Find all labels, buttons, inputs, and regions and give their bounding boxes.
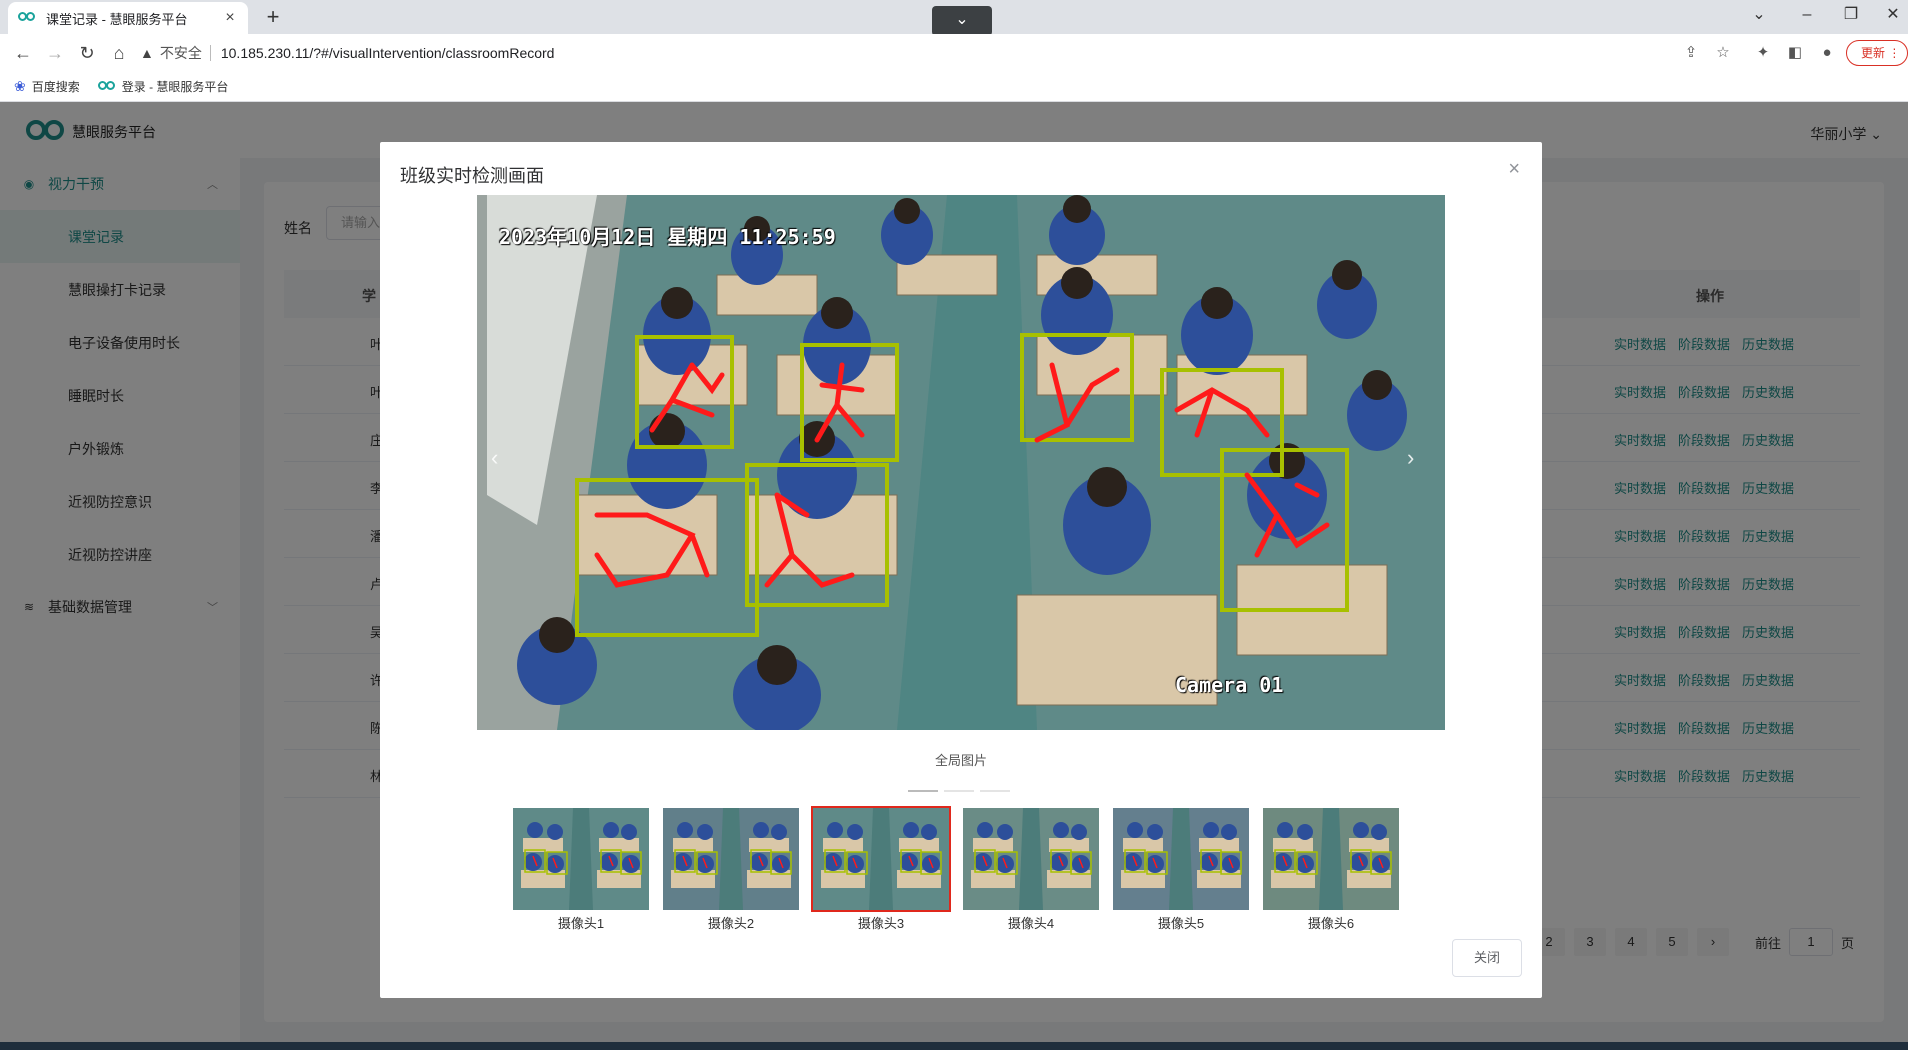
camera-image-viewer: 2023年10月12日 星期四 11:25:59 Camera 01 ‹ › bbox=[477, 195, 1445, 730]
update-label: 更新 bbox=[1861, 46, 1886, 60]
tab-title: 课堂记录 - 慧眼服务平台 bbox=[46, 11, 188, 27]
camera-thumbnail-label: 摄像头6 bbox=[1307, 916, 1355, 931]
bookmark-login[interactable]: 登录 - 慧眼服务平台 bbox=[97, 78, 229, 95]
camera-thumbnail-4[interactable]: 摄像头4 bbox=[961, 806, 1101, 932]
carousel-dot[interactable] bbox=[908, 790, 938, 792]
camera-thumbnail-image bbox=[511, 806, 651, 912]
restore-icon[interactable]: ❐ bbox=[1836, 4, 1866, 26]
image-caption: 全局图片 bbox=[934, 753, 987, 768]
tab-search-chevron-icon[interactable]: ⌄ bbox=[932, 6, 992, 36]
browser-toolbar: ← → ↻ ⌂ ▲ 不安全 10.185.230.11/?#/visualInt… bbox=[0, 34, 1908, 72]
camera-thumbnail-label: 摄像头3 bbox=[857, 916, 905, 931]
camera-thumbnail-1[interactable]: 摄像头1 bbox=[511, 806, 651, 932]
bookmarks-bar: ❀ 百度搜索 登录 - 慧眼服务平台 bbox=[0, 72, 1908, 102]
camera-timestamp: 2023年10月12日 星期四 11:25:59 bbox=[499, 225, 836, 249]
camera-thumbnail-image bbox=[811, 806, 951, 912]
side-panel-icon[interactable]: ◧ bbox=[1784, 42, 1806, 64]
warning-triangle-icon: ▲ bbox=[140, 45, 154, 61]
bookmark-label: 百度搜索 bbox=[31, 80, 80, 94]
camera-thumbnail-5[interactable]: 摄像头5 bbox=[1111, 806, 1251, 932]
classroom-detection-image bbox=[477, 195, 1445, 730]
camera-thumbnail-image bbox=[961, 806, 1101, 912]
os-taskbar bbox=[0, 1042, 1908, 1050]
camera-thumbnail-6[interactable]: 摄像头6 bbox=[1261, 806, 1401, 932]
bookmark-label: 登录 - 慧眼服务平台 bbox=[121, 80, 229, 94]
carousel-dot[interactable] bbox=[944, 790, 974, 792]
huiyan-logo-icon bbox=[18, 12, 36, 24]
reload-icon[interactable]: ↻ bbox=[74, 40, 100, 66]
window-close-icon[interactable]: ✕ bbox=[1878, 4, 1908, 26]
browser-tab-bar: 课堂记录 - 慧眼服务平台 × + ⌄ ⌄ – ❐ ✕ bbox=[0, 0, 1908, 36]
extensions-puzzle-icon[interactable]: ✦ bbox=[1752, 42, 1774, 64]
insecure-label: 不安全 bbox=[159, 45, 202, 61]
new-tab-button[interactable]: + bbox=[262, 4, 284, 30]
url-text[interactable]: 10.185.230.11/?#/visualIntervention/clas… bbox=[221, 45, 555, 61]
camera-thumbnail-label: 摄像头4 bbox=[1007, 916, 1055, 931]
dialog-close-icon[interactable]: × bbox=[1508, 158, 1520, 181]
minimize-icon[interactable]: – bbox=[1792, 4, 1822, 26]
camera-thumbnail-label: 摄像头5 bbox=[1157, 916, 1205, 931]
tab-list-chevron-icon[interactable]: ⌄ bbox=[1744, 4, 1774, 26]
camera-thumbnail-strip: 摄像头1 摄像头2 摄像头3 摄像头4 摄像头5 摄像头6 bbox=[511, 806, 1411, 932]
bookmark-star-icon[interactable]: ☆ bbox=[1712, 42, 1734, 64]
carousel-prev-icon[interactable]: ‹ bbox=[491, 445, 498, 471]
camera-thumbnail-image bbox=[1261, 806, 1401, 912]
carousel-indicators bbox=[908, 790, 1016, 792]
address-divider bbox=[209, 45, 211, 61]
live-detection-dialog: 班级实时检测画面 × 2023年10月12日 星期四 11:25:59 Came… bbox=[380, 142, 1542, 998]
tab-close-icon[interactable]: × bbox=[222, 9, 238, 27]
camera-thumbnail-image bbox=[1111, 806, 1251, 912]
update-button[interactable]: 更新 ⋮ bbox=[1846, 40, 1908, 66]
carousel-dot[interactable] bbox=[980, 790, 1010, 792]
camera-thumbnail-2[interactable]: 摄像头2 bbox=[661, 806, 801, 932]
share-icon[interactable]: ⇪ bbox=[1680, 42, 1702, 64]
forward-arrow-icon[interactable]: → bbox=[42, 40, 68, 66]
camera-thumbnail-label: 摄像头2 bbox=[707, 916, 755, 931]
close-button[interactable]: 关闭 bbox=[1452, 939, 1522, 977]
paw-icon: ❀ bbox=[14, 78, 26, 94]
camera-thumbnail-3[interactable]: 摄像头3 bbox=[811, 806, 951, 932]
huiyan-logo-icon bbox=[97, 80, 116, 93]
camera-thumbnail-label: 摄像头1 bbox=[557, 916, 605, 931]
browser-tab[interactable]: 课堂记录 - 慧眼服务平台 × bbox=[8, 2, 248, 34]
dialog-title: 班级实时检测画面 bbox=[400, 166, 544, 186]
camera-thumbnail-image bbox=[661, 806, 801, 912]
carousel-next-icon[interactable]: › bbox=[1407, 445, 1414, 471]
address-bar[interactable]: ▲ 不安全 10.185.230.11/?#/visualInterventio… bbox=[140, 38, 1740, 68]
bookmark-baidu[interactable]: ❀ 百度搜索 bbox=[14, 78, 80, 95]
home-icon[interactable]: ⌂ bbox=[106, 40, 132, 66]
camera-label: Camera 01 bbox=[1175, 673, 1284, 697]
back-arrow-icon[interactable]: ← bbox=[10, 40, 36, 66]
profile-avatar-icon[interactable]: ● bbox=[1816, 42, 1838, 64]
